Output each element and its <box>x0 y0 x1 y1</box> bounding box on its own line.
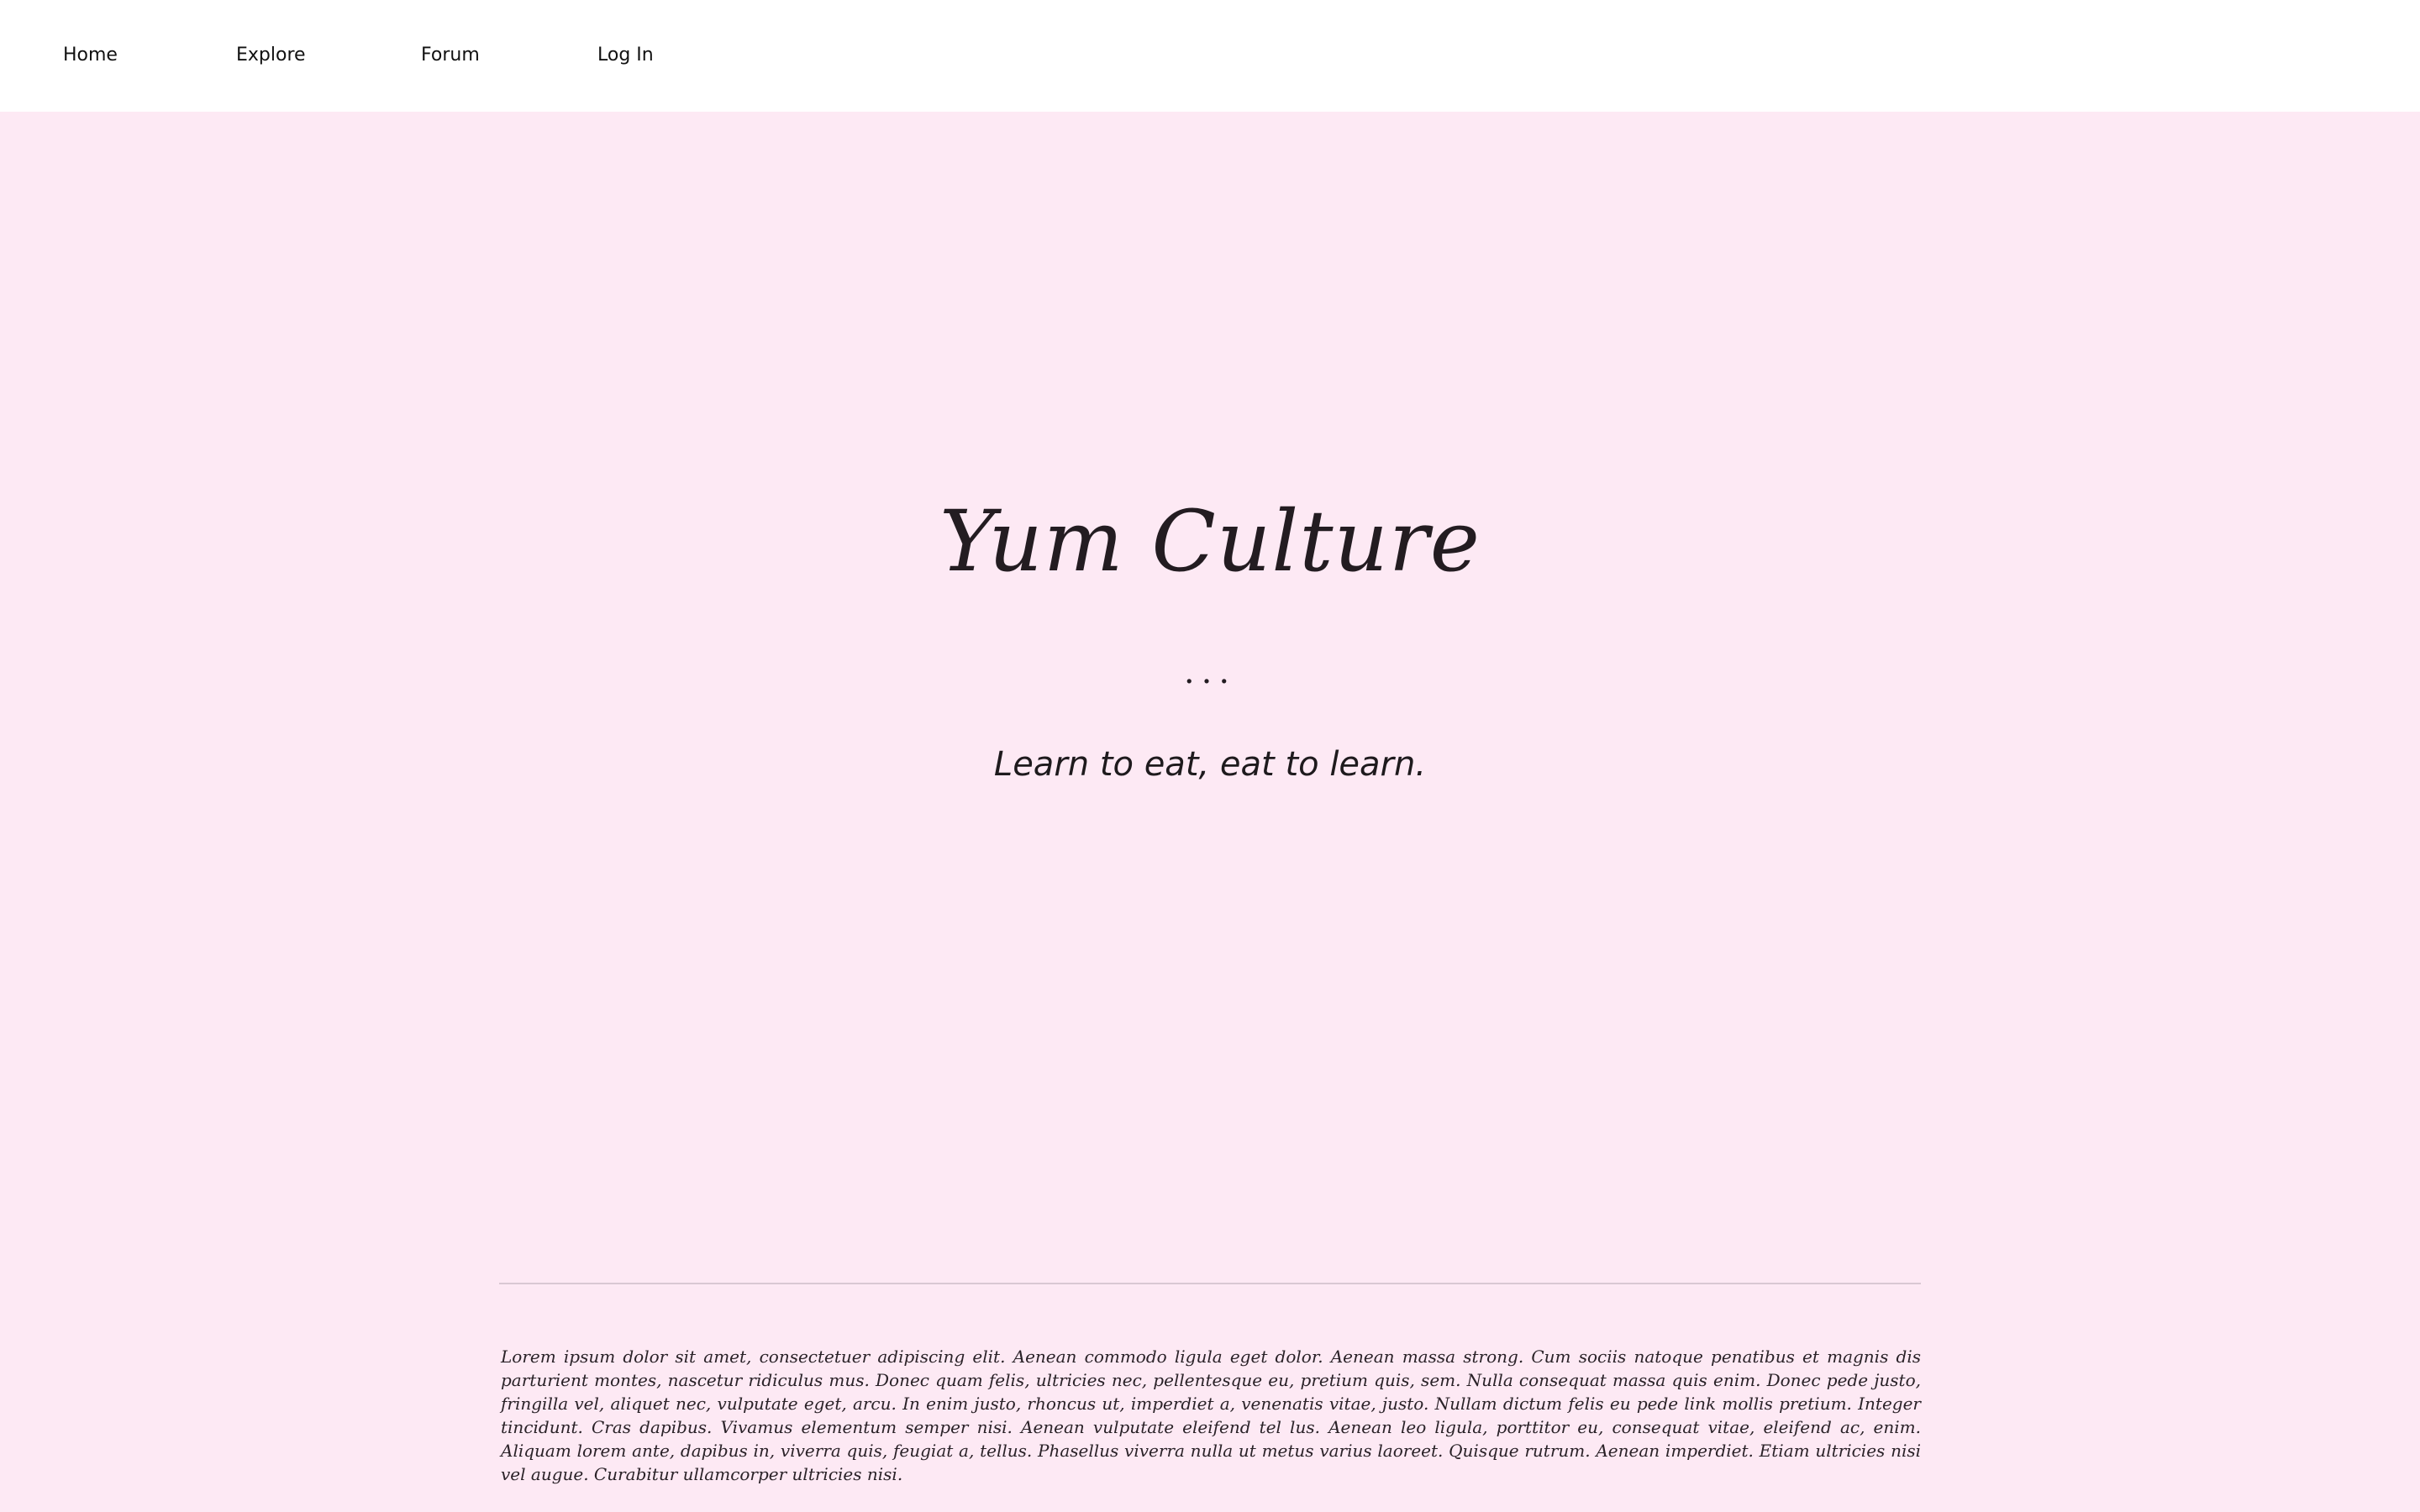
site-title: Yum Culture <box>939 492 1481 591</box>
site-tagline: Learn to eat, eat to learn. <box>993 745 1427 784</box>
footer-body-text: Lorem ipsum dolor sit amet, consectetuer… <box>501 1347 1921 1484</box>
section-divider <box>499 1283 1921 1284</box>
nav-forum-link[interactable]: Forum <box>421 42 480 69</box>
top-navigation-bar: Home Explore Forum Log In <box>0 0 2420 112</box>
nav-login-link[interactable]: Log In <box>597 42 654 69</box>
decorative-ellipsis: ... <box>1183 653 1237 691</box>
nav-home-link[interactable]: Home <box>63 42 118 69</box>
nav-explore-link[interactable]: Explore <box>236 42 306 69</box>
